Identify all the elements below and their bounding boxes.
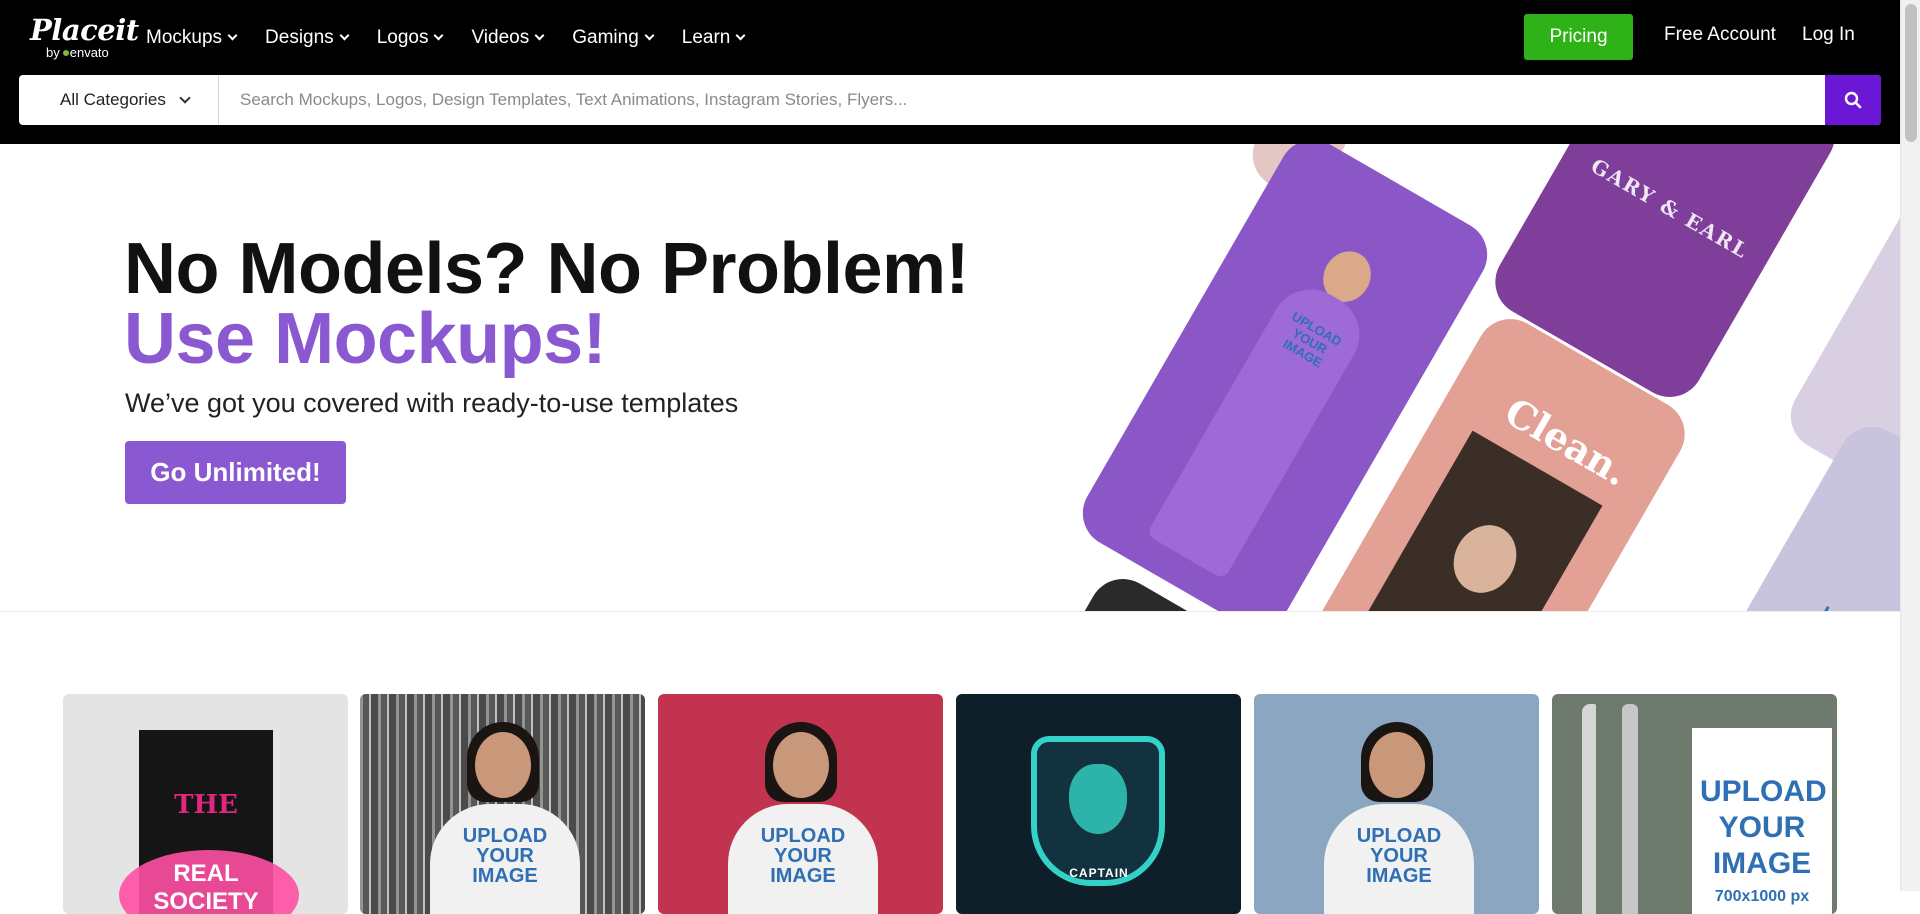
scrollbar-thumb[interactable] xyxy=(1905,4,1917,142)
nav-item-learn[interactable]: Learn xyxy=(681,24,746,52)
nav-item-label: Gaming xyxy=(572,27,639,48)
logo-wordmark: Placeit xyxy=(30,13,139,47)
nav-item-label: Mockups xyxy=(146,27,223,48)
template-card-sweatshirt-street[interactable]: UPLOAD YOUR IMAGE xyxy=(1254,694,1539,914)
login-link[interactable]: Log In xyxy=(1802,24,1855,46)
chevron-down-icon xyxy=(735,30,746,41)
chevron-down-icon xyxy=(227,30,238,41)
search-icon xyxy=(1844,91,1862,109)
go-unlimited-button[interactable]: Go Unlimited! xyxy=(125,441,346,504)
sweatshirt-print: UPLOAD YOUR IMAGE xyxy=(462,825,548,887)
category-select-value: All Categories xyxy=(60,90,166,109)
top-navigation-bar: Placeit by envato Mockups Designs Logos V… xyxy=(0,0,1900,144)
model-dress xyxy=(1146,274,1374,580)
chevron-down-icon xyxy=(339,30,350,41)
knife xyxy=(1582,704,1596,914)
poster-artwork: THE REAL SOCIETY xyxy=(119,730,299,914)
menu-upload-text: UPLOAD YOUR IMAGE xyxy=(1700,775,1827,880)
portrait-face xyxy=(1441,513,1529,605)
logo-vendor: envato xyxy=(69,45,109,60)
chevron-down-icon xyxy=(434,30,444,41)
nav-item-label: Designs xyxy=(265,27,334,48)
free-account-link[interactable]: Free Account xyxy=(1664,24,1776,46)
hero-title-line2: Use Mockups! xyxy=(124,299,607,379)
nav-item-label: Videos xyxy=(471,27,530,48)
logo-by: by xyxy=(46,45,60,60)
template-card-gaming-logo[interactable]: CAPTAIN xyxy=(956,694,1241,914)
nav-item-logos[interactable]: Logos xyxy=(376,24,444,52)
page-scrollbar[interactable] xyxy=(1900,0,1920,891)
sweatshirt-print: UPLOAD YOUR IMAGE xyxy=(760,825,846,887)
nav-item-label: Logos xyxy=(376,27,429,48)
poster-subtitle: REAL SOCIETY xyxy=(153,860,259,914)
template-card-sweatshirt-sparkle[interactable]: UPLOAD YOUR IMAGE xyxy=(360,694,645,914)
search-input[interactable] xyxy=(220,75,1825,125)
placeit-logo[interactable]: Placeit by envato xyxy=(30,15,139,60)
nav-item-designs[interactable]: Designs xyxy=(265,24,350,52)
mascot-face xyxy=(1069,764,1127,834)
envato-leaf-icon xyxy=(62,50,69,56)
chevron-down-icon xyxy=(644,30,655,41)
collage-card-masked-model: UPLOAD YOUR IMAGE xyxy=(1669,414,1900,611)
hero-subtitle: We’ve got you covered with ready-to-use … xyxy=(125,388,739,418)
gaming-logo-caption: CAPTAIN xyxy=(1069,866,1129,880)
model-head xyxy=(1369,732,1425,798)
poster-title: THE xyxy=(174,790,238,820)
nav-item-videos[interactable]: Videos xyxy=(471,24,545,52)
template-grid: THE REAL SOCIETY UPLOAD YOUR IMAGE UPLOA… xyxy=(63,694,1839,914)
hero-collage-image: UPLOAD YOUR IMAGE GARY & EARL Clean. UPL… xyxy=(960,144,1900,611)
model-head xyxy=(773,732,829,798)
search-button[interactable] xyxy=(1825,75,1881,125)
fork xyxy=(1622,704,1638,914)
shield-logo xyxy=(1031,736,1165,886)
nav-item-label: Learn xyxy=(681,27,731,48)
nav-item-gaming[interactable]: Gaming xyxy=(572,24,655,52)
nav-item-mockups[interactable]: Mockups xyxy=(146,24,238,52)
chevron-down-icon xyxy=(534,30,545,41)
menu-paper: UPLOAD YOUR IMAGE 700x1000 px xyxy=(1692,728,1832,914)
template-card-menu[interactable]: UPLOAD YOUR IMAGE 700x1000 px xyxy=(1552,694,1837,914)
pricing-button[interactable]: Pricing xyxy=(1524,14,1633,60)
sweatshirt-print: UPLOAD YOUR IMAGE xyxy=(1356,825,1442,887)
chevron-down-icon xyxy=(179,92,191,104)
collage-tank-print: UPLOAD YOUR IMAGE xyxy=(1802,600,1900,611)
template-card-sweatshirt-red[interactable]: UPLOAD YOUR IMAGE xyxy=(658,694,943,914)
model-head xyxy=(475,732,531,798)
category-select[interactable]: All Categories xyxy=(19,75,219,125)
template-card-poster[interactable]: THE REAL SOCIETY xyxy=(63,694,348,914)
search-bar: All Categories xyxy=(19,75,1881,125)
logo-subline: by envato xyxy=(46,46,139,60)
main-nav: Mockups Designs Logos Videos Gaming Lear… xyxy=(146,24,773,52)
hero-banner: No Models? No Problem! Use Mockups! We’v… xyxy=(0,144,1900,612)
collage-gary-text: GARY & EARL xyxy=(1586,153,1754,264)
